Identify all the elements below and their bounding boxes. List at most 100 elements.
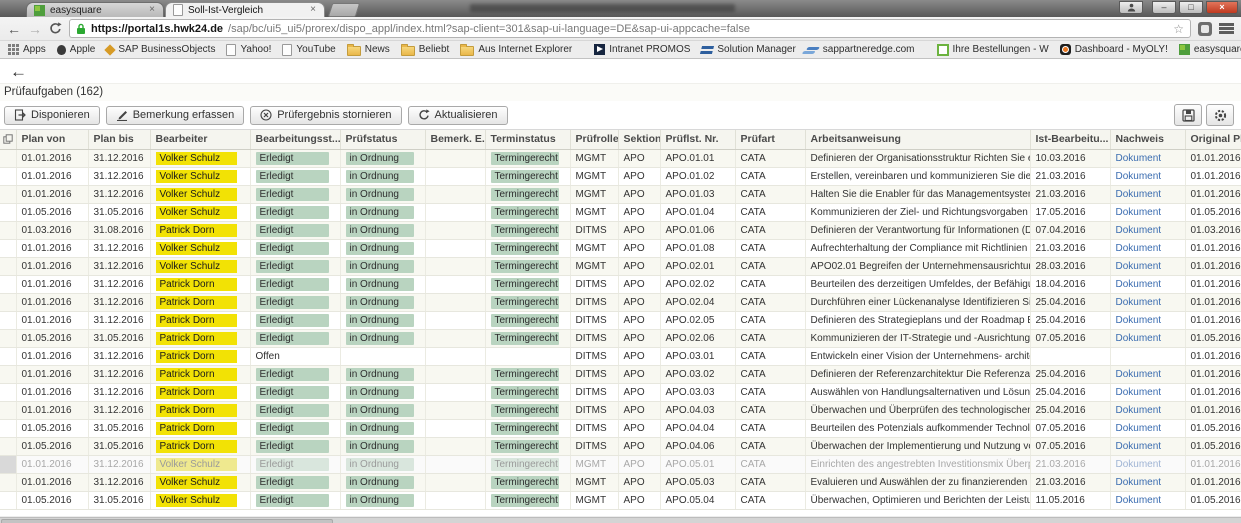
bookmark-star-icon[interactable]: ☆	[1173, 22, 1184, 36]
bookmark-item[interactable]: News	[347, 44, 390, 56]
table-row[interactable]: 01.03.2016 31.08.2016 Patrick Dorn Erled…	[0, 221, 1241, 239]
app-back-button[interactable]: ←	[10, 62, 27, 81]
column-header-arbeitsanweisung[interactable]: Arbeitsanweisung	[805, 130, 1030, 149]
row-selector[interactable]	[0, 275, 16, 293]
bookmark-item[interactable]: easysquare	[1179, 44, 1241, 55]
bookmark-item[interactable]: Beliebt	[401, 44, 450, 56]
row-selector[interactable]	[0, 473, 16, 491]
dokument-link[interactable]: Dokument	[1116, 387, 1162, 398]
column-header-plan-von[interactable]: Plan von	[16, 130, 88, 149]
row-selector[interactable]	[0, 419, 16, 437]
bookmark-item[interactable]: Apple	[57, 44, 96, 55]
dokument-link[interactable]: Dokument	[1116, 207, 1162, 218]
chrome-menu-icon[interactable]	[1219, 23, 1234, 34]
table-row[interactable]: 01.01.2016 31.12.2016 Volker Schulz Erle…	[0, 455, 1241, 473]
dokument-link[interactable]: Dokument	[1116, 261, 1162, 272]
row-selector[interactable]	[0, 329, 16, 347]
bookmark-item[interactable]: Apps	[8, 44, 46, 55]
column-header-terminstatus[interactable]: Terminstatus	[485, 130, 570, 149]
dokument-link[interactable]: Dokument	[1116, 459, 1162, 470]
table-row[interactable]: 01.01.2016 31.12.2016 Volker Schulz Erle…	[0, 149, 1241, 167]
table-row[interactable]: 01.01.2016 31.12.2016 Volker Schulz Erle…	[0, 239, 1241, 257]
select-all-header[interactable]	[0, 130, 16, 149]
tab-close-icon[interactable]: ×	[148, 5, 156, 15]
dokument-link[interactable]: Dokument	[1116, 243, 1162, 254]
table-row[interactable]: 01.01.2016 31.12.2016 Volker Schulz Erle…	[0, 185, 1241, 203]
dokument-link[interactable]: Dokument	[1116, 423, 1162, 434]
dokument-link[interactable]: Dokument	[1116, 279, 1162, 290]
dokument-link[interactable]: Dokument	[1116, 477, 1162, 488]
column-header-bearbeitungsstatus[interactable]: Bearbeitungsst...	[250, 130, 340, 149]
maximize-button[interactable]: □	[1179, 1, 1203, 14]
column-header-bemerkung[interactable]: Bemerk. E...	[425, 130, 485, 149]
dokument-link[interactable]: Dokument	[1116, 225, 1162, 236]
scrollbar-thumb[interactable]	[1, 519, 333, 523]
bookmark-item[interactable]: Dashboard - MyOLY!	[1060, 44, 1168, 55]
dokument-link[interactable]: Dokument	[1116, 441, 1162, 452]
row-selector[interactable]	[0, 203, 16, 221]
dokument-link[interactable]: Dokument	[1116, 153, 1162, 164]
row-selector[interactable]	[0, 149, 16, 167]
bookmark-item[interactable]: Solution Manager	[701, 44, 795, 55]
bookmark-item[interactable]: Aus Internet Explorer	[460, 44, 572, 56]
column-header-nachweis[interactable]: Nachweis	[1110, 130, 1185, 149]
row-selector[interactable]	[0, 293, 16, 311]
table-row[interactable]: 01.05.2016 31.05.2016 Patrick Dorn Erled…	[0, 437, 1241, 455]
column-header-original-plan[interactable]: Original Plan...	[1185, 130, 1241, 149]
dokument-link[interactable]: Dokument	[1116, 189, 1162, 200]
table-row[interactable]: 01.01.2016 31.12.2016 Patrick Dorn Erled…	[0, 293, 1241, 311]
dokument-link[interactable]: Dokument	[1116, 297, 1162, 308]
browser-tab-soll-ist-vergleich[interactable]: Soll-Ist-Vergleich ×	[165, 2, 325, 17]
table-row[interactable]: 01.01.2016 31.12.2016 Volker Schulz Erle…	[0, 257, 1241, 275]
table-row[interactable]: 01.01.2016 31.12.2016 Patrick Dorn Erled…	[0, 383, 1241, 401]
profile-button[interactable]	[1119, 1, 1143, 14]
dokument-link[interactable]: Dokument	[1116, 333, 1162, 344]
table-row[interactable]: 01.01.2016 31.12.2016 Volker Schulz Erle…	[0, 473, 1241, 491]
row-selector[interactable]	[0, 347, 16, 365]
dokument-link[interactable]: Dokument	[1116, 369, 1162, 380]
bookmark-item[interactable]: Intranet PROMOS	[594, 44, 690, 55]
save-view-button[interactable]	[1174, 104, 1202, 126]
refresh-icon[interactable]	[49, 22, 62, 35]
browser-back-button[interactable]: ←	[7, 22, 21, 36]
column-header-bearbeiter[interactable]: Bearbeiter	[150, 130, 250, 149]
disponieren-button[interactable]: Disponieren	[4, 106, 100, 125]
column-header-plan-bis[interactable]: Plan bis	[88, 130, 150, 149]
dokument-link[interactable]: Dokument	[1116, 495, 1162, 506]
table-row[interactable]: 01.05.2016 31.05.2016 Volker Schulz Erle…	[0, 203, 1241, 221]
row-selector[interactable]	[0, 167, 16, 185]
column-header-pruefart[interactable]: Prüfart	[735, 130, 805, 149]
bookmark-item[interactable]: sappartneredge.com	[807, 44, 915, 55]
horizontal-scrollbar[interactable]	[0, 517, 1241, 523]
table-row[interactable]: 01.01.2016 31.12.2016 Patrick Dorn Erled…	[0, 311, 1241, 329]
settings-button[interactable]	[1206, 104, 1234, 126]
row-selector[interactable]	[0, 437, 16, 455]
row-selector[interactable]	[0, 221, 16, 239]
table-row[interactable]: 01.01.2016 31.12.2016 Volker Schulz Erle…	[0, 167, 1241, 185]
column-header-prueflst-nr[interactable]: Prüflst. Nr.	[660, 130, 735, 149]
bookmark-item[interactable]: Ihre Bestellungen - W	[937, 44, 1049, 56]
row-selector[interactable]	[0, 185, 16, 203]
close-button[interactable]: ×	[1206, 1, 1238, 14]
extension-icon[interactable]	[1198, 22, 1212, 36]
column-header-pruefstatus[interactable]: Prüfstatus	[340, 130, 425, 149]
table-row[interactable]: 01.05.2016 31.05.2016 Volker Schulz Erle…	[0, 491, 1241, 509]
row-selector[interactable]	[0, 401, 16, 419]
tab-close-icon[interactable]: ×	[309, 5, 317, 15]
bookmark-item[interactable]: YouTube	[282, 44, 335, 56]
row-selector[interactable]	[0, 383, 16, 401]
table-row[interactable]: 01.01.2016 31.12.2016 Patrick Dorn Erled…	[0, 275, 1241, 293]
dokument-link[interactable]: Dokument	[1116, 171, 1162, 182]
row-selector[interactable]	[0, 257, 16, 275]
bookmark-item[interactable]: Yahoo!	[226, 44, 271, 56]
minimize-button[interactable]: –	[1152, 1, 1176, 14]
dokument-link[interactable]: Dokument	[1116, 315, 1162, 326]
browser-forward-button[interactable]: →	[28, 22, 42, 36]
url-bar[interactable]: https://portal1s.hwk24.de /sap/bc/ui5_ui…	[69, 19, 1191, 38]
table-row[interactable]: 01.05.2016 31.05.2016 Patrick Dorn Erled…	[0, 329, 1241, 347]
row-selector[interactable]	[0, 491, 16, 509]
column-header-pruefrolle[interactable]: Prüfrolle	[570, 130, 618, 149]
row-selector[interactable]	[0, 239, 16, 257]
column-header-ist-bearbeitung[interactable]: Ist-Bearbeitu...	[1030, 130, 1110, 149]
browser-tab-easysquare[interactable]: easysquare ×	[26, 2, 164, 17]
